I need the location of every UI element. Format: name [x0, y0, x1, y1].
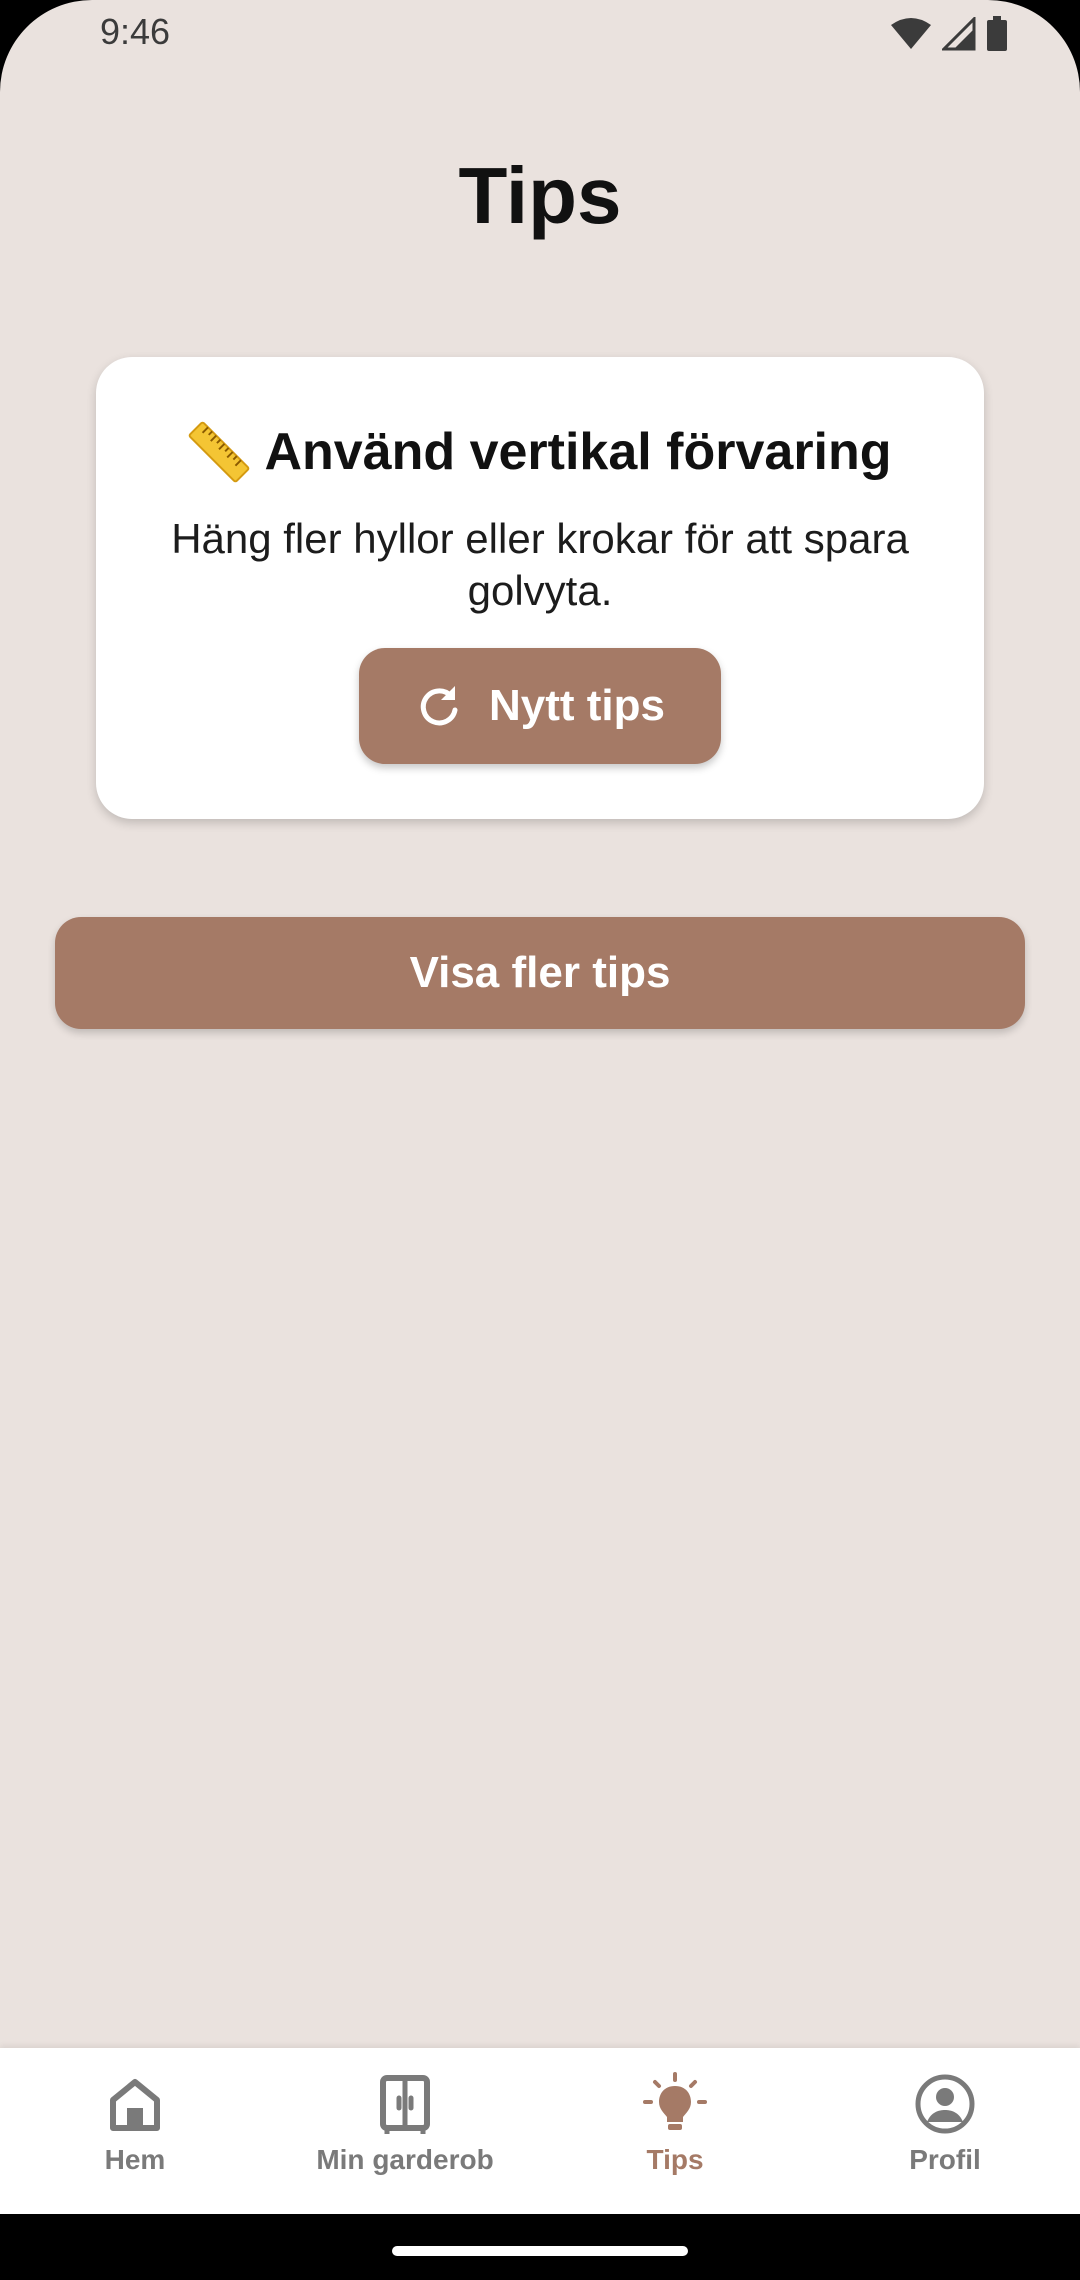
page-title: Tips: [458, 151, 622, 240]
nav-item-profile[interactable]: Profil: [810, 2048, 1080, 2214]
nav-item-wardrobe[interactable]: Min garderob: [270, 2048, 540, 2214]
lightbulb-icon: [643, 2072, 707, 2130]
new-tip-label: Nytt tips: [489, 681, 665, 730]
tip-body: Häng fler hyllor eller krokar för att sp…: [171, 515, 909, 614]
nav-item-tips[interactable]: Tips: [540, 2048, 810, 2214]
cellular-signal-icon: [942, 17, 976, 51]
battery-icon: [987, 16, 1007, 51]
nav-label-wardrobe: Min garderob: [316, 2144, 494, 2175]
status-time: 9:46: [100, 11, 171, 52]
tip-title: Använd vertikal förvaring: [264, 423, 892, 481]
refresh-icon: [420, 686, 458, 726]
bottom-navigation: Hem Min garderob Tips Profil: [0, 2048, 1080, 2214]
tip-card: Använd vertikal förvaring Häng fler hyll…: [96, 357, 984, 819]
nav-label-home: Hem: [104, 2144, 166, 2175]
nav-label-profile: Profil: [909, 2144, 981, 2175]
straight-ruler-icon: [189, 421, 250, 483]
nav-label-tips: Tips: [646, 2144, 704, 2175]
tip-heading: Använd vertikal förvaring: [96, 421, 984, 483]
new-tip-button[interactable]: Nytt tips: [359, 648, 721, 764]
account-circle-icon: [915, 2074, 975, 2134]
status-icons: [890, 16, 1008, 52]
home-icon: [110, 2079, 160, 2131]
wifi-icon: [891, 18, 931, 49]
nav-item-home[interactable]: Hem: [0, 2048, 270, 2214]
gesture-navigation-area: [0, 2214, 1080, 2280]
app-screen: 9:46 Tips Använd vertikal förvaring Häng…: [0, 0, 1080, 2280]
show-more-tips-button[interactable]: Visa fler tips: [55, 917, 1025, 1029]
gesture-handle[interactable]: [392, 2246, 688, 2256]
wardrobe-icon: [380, 2075, 430, 2134]
show-more-tips-label: Visa fler tips: [409, 948, 671, 997]
